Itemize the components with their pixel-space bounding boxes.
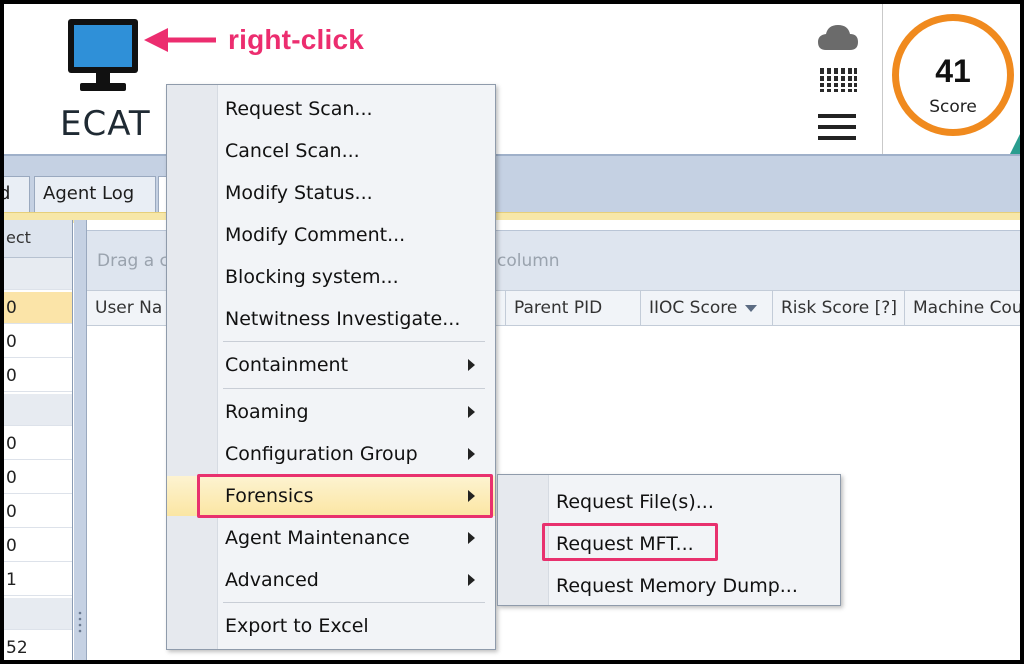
menu-item-label: Export to Excel	[225, 615, 369, 637]
menu-item-cancel-scan[interactable]: Cancel Scan...	[167, 131, 495, 171]
menu-item-label: Containment	[225, 354, 349, 376]
menu-item-containment[interactable]: Containment	[167, 345, 495, 385]
list-item[interactable]: 0	[4, 530, 72, 562]
app-window: right-click ECAT 41 Score d Agent Log ec…	[4, 4, 1020, 660]
group-row[interactable]	[4, 598, 72, 630]
list-item[interactable]: 0	[4, 462, 72, 494]
menu-item-label: Agent Maintenance	[225, 527, 410, 549]
cloud-icon[interactable]	[816, 22, 860, 52]
menu-separator	[223, 341, 485, 342]
menu-item-modify-status[interactable]: Modify Status...	[167, 173, 495, 213]
menu-separator	[223, 602, 485, 603]
context-menu: Request Scan... Cancel Scan... Modify Stat…	[166, 84, 496, 650]
header-divider	[882, 4, 883, 154]
menu-item-blocking-system[interactable]: Blocking system...	[167, 257, 495, 297]
menu-separator	[223, 388, 485, 389]
menu-item-configuration-group[interactable]: Configuration Group	[167, 434, 495, 474]
hamburger-menu-icon[interactable]	[816, 112, 858, 142]
menu-item-label: Blocking system...	[225, 266, 399, 288]
annotation-label: right-click	[228, 24, 365, 55]
machine-list-panel: ect 0 0 0 0 0 0 0 1 52	[4, 220, 73, 660]
menu-item-label: Request Scan...	[225, 98, 373, 120]
splitter-grip-icon[interactable]	[78, 610, 82, 634]
score-corner-accent	[1010, 134, 1020, 154]
score-label: Score	[929, 97, 977, 117]
col-parent-pid[interactable]: Parent PID	[505, 291, 641, 325]
app-header: right-click ECAT 41 Score	[4, 4, 1020, 154]
list-item[interactable]: 0	[4, 496, 72, 528]
col-iioc-score[interactable]: IIOC Score	[641, 291, 773, 325]
tab-strip: d Agent Log	[4, 154, 1020, 223]
menu-item-agent-maintenance[interactable]: Agent Maintenance	[167, 518, 495, 558]
computer-monitor-icon[interactable]	[66, 17, 140, 93]
score-value: 41	[935, 53, 971, 89]
group-hint-left: Drag a c	[97, 251, 169, 271]
list-item[interactable]: 0	[4, 326, 72, 358]
menu-item-roaming[interactable]: Roaming	[167, 392, 495, 432]
chevron-right-icon	[468, 448, 475, 460]
tab-partial[interactable]: d	[4, 176, 30, 212]
menu-item-label: Modify Comment...	[225, 224, 406, 246]
sort-descending-icon	[745, 304, 758, 312]
annotation-arrow-icon	[144, 28, 216, 52]
menu-item-request-files[interactable]: Request File(s)...	[498, 481, 840, 523]
group-hint-right: column	[497, 251, 560, 271]
menu-item-advanced[interactable]: Advanced	[167, 560, 495, 600]
request-mft-highlight-box	[542, 523, 718, 561]
menu-item-request-scan[interactable]: Request Scan...	[167, 89, 495, 129]
chevron-right-icon	[468, 359, 475, 371]
menu-item-label: Configuration Group	[225, 443, 418, 465]
panel-splitter[interactable]	[74, 220, 86, 660]
group-row[interactable]	[4, 394, 72, 426]
col-machine-count[interactable]: Machine Cou	[905, 291, 1020, 325]
group-row[interactable]	[4, 258, 72, 290]
list-item[interactable]: 0	[4, 360, 72, 392]
list-item[interactable]: 0	[4, 292, 72, 324]
col-risk-score[interactable]: Risk Score [?]	[773, 291, 905, 325]
forensics-highlight-box	[197, 474, 493, 518]
menu-item-modify-comment[interactable]: Modify Comment...	[167, 215, 495, 255]
list-item[interactable]: 1	[4, 564, 72, 596]
left-panel-header[interactable]: ect	[4, 220, 72, 258]
menu-item-label: Netwitness Investigate...	[225, 308, 461, 330]
menu-item-label: Cancel Scan...	[225, 140, 360, 162]
menu-item-label: Advanced	[225, 569, 319, 591]
score-badge: 41 Score	[892, 14, 1014, 136]
menu-item-label: Modify Status...	[225, 182, 373, 204]
barcode-grid-icon[interactable]	[818, 66, 858, 94]
menu-item-request-memory-dump[interactable]: Request Memory Dump...	[498, 565, 840, 607]
forensics-submenu: Request File(s)... Request MFT... Request …	[497, 474, 841, 606]
chevron-right-icon	[468, 532, 475, 544]
list-item[interactable]: 52	[4, 632, 72, 660]
tab-agent-log[interactable]: Agent Log	[34, 176, 156, 212]
menu-item-label: Roaming	[225, 401, 309, 423]
chevron-right-icon	[468, 406, 475, 418]
app-name: ECAT	[60, 104, 151, 144]
menu-item-netwitness-investigate[interactable]: Netwitness Investigate...	[167, 299, 495, 339]
chevron-right-icon	[468, 574, 475, 586]
menu-item-export-to-excel[interactable]: Export to Excel	[167, 606, 495, 646]
list-item[interactable]: 0	[4, 428, 72, 460]
